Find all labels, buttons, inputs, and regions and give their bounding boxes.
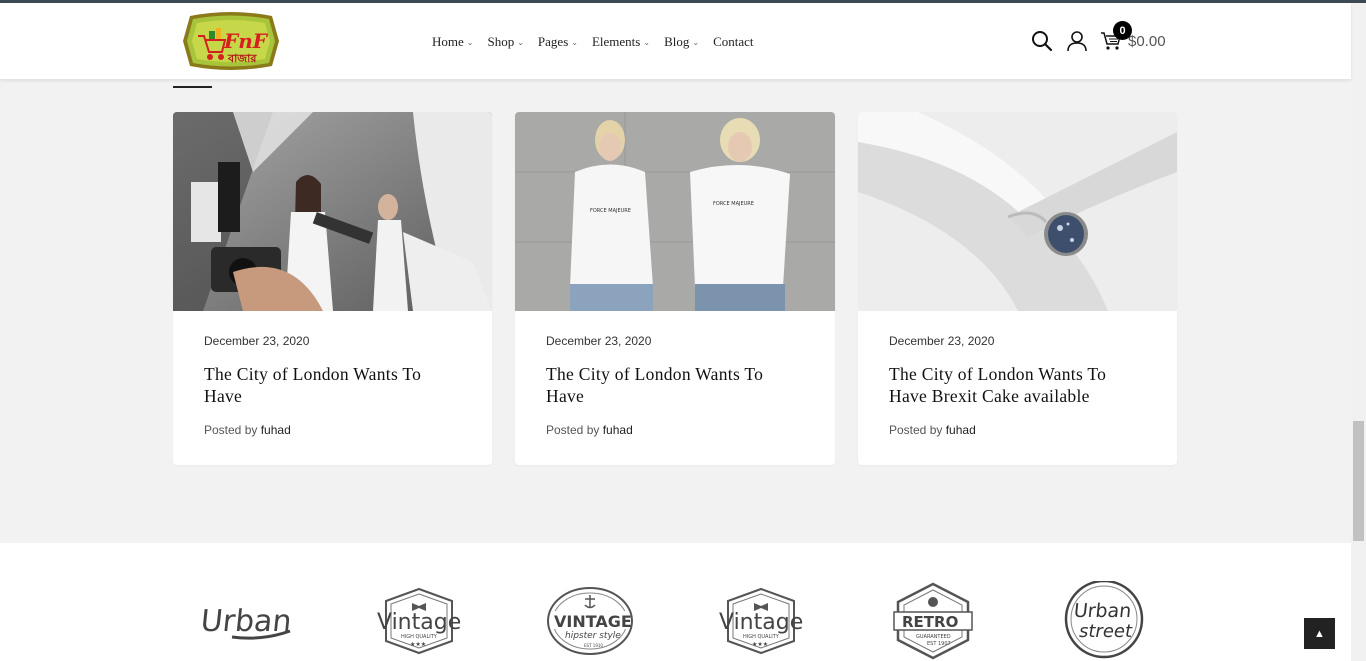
main-nav: Home ⌄ Shop ⌄ Pages ⌄ Elements ⌄ Blog ⌄ Conta… <box>432 34 768 50</box>
chevron-down-icon: ⌄ <box>571 37 578 47</box>
post-title[interactable]: The City of London Wants To Have <box>204 363 461 407</box>
blog-card: FORCE MAJEURE FORCE MAJEURE December 23,… <box>515 112 835 465</box>
post-meta: Posted by fuhad <box>889 423 1146 437</box>
svg-text:EST 1907: EST 1907 <box>927 641 951 647</box>
post-image-ring[interactable] <box>858 112 1177 311</box>
brand-logo-vintage-hipster[interactable]: VINTAGE hipster style EST 1910 <box>545 581 635 661</box>
nav-item-label: Shop <box>487 34 515 49</box>
site-logo[interactable]: FnF বাজার <box>180 10 282 72</box>
svg-text:★★★: ★★★ <box>752 641 768 648</box>
svg-text:★★★: ★★★ <box>410 641 426 648</box>
chevron-down-icon: ⌄ <box>643 37 651 47</box>
nav-item-label: Pages <box>537 34 569 49</box>
header-actions: 0 $0.00 <box>1030 21 1166 53</box>
chevron-down-icon: ⌄ <box>517 37 524 47</box>
svg-text:hipster style: hipster style <box>565 631 621 641</box>
post-author[interactable]: fuhad <box>261 423 291 437</box>
svg-text:RETRO: RETRO <box>902 613 958 631</box>
nav-item-label: Blog <box>664 34 690 49</box>
svg-text:Urban: Urban <box>1073 600 1133 622</box>
nav-item-label: Elements <box>591 34 641 49</box>
posted-by-label: Posted by <box>204 423 258 437</box>
section-title-underline <box>173 86 212 88</box>
cart-count-badge: 0 <box>1113 21 1132 40</box>
post-author[interactable]: fuhad <box>603 423 633 437</box>
svg-text:HIGH QUALITY: HIGH QUALITY <box>401 634 438 640</box>
nav-item-label: Home <box>432 34 464 49</box>
post-date: December 23, 2020 <box>546 334 652 348</box>
post-meta: Posted by fuhad <box>204 423 461 437</box>
post-meta: Posted by fuhad <box>546 423 804 437</box>
svg-text:street: street <box>1079 621 1133 642</box>
svg-text:GUARANTEED: GUARANTEED <box>916 634 951 640</box>
page-scrollbar[interactable] <box>1351 3 1366 661</box>
posted-by-label: Posted by <box>889 423 943 437</box>
scroll-to-top-button[interactable]: ▲ <box>1304 618 1335 649</box>
post-image-tshirts[interactable]: FORCE MAJEURE FORCE MAJEURE <box>515 112 835 311</box>
chevron-up-icon: ▲ <box>1314 627 1325 640</box>
nav-item-home[interactable]: Home ⌄ <box>432 34 473 50</box>
post-date: December 23, 2020 <box>889 334 995 348</box>
brand-logo-urban-street[interactable]: Urban street <box>1059 581 1149 661</box>
blog-card: December 23, 2020 The City of London Wan… <box>173 112 492 465</box>
brand-logo-retro[interactable]: RETRO GUARANTEED EST 1907 <box>888 581 978 661</box>
svg-text:VINTAGE: VINTAGE <box>554 612 632 631</box>
posted-by-label: Posted by <box>546 423 600 437</box>
svg-text:Vintage: Vintage <box>719 610 803 635</box>
chevron-down-icon: ⌄ <box>466 37 474 47</box>
search-icon[interactable] <box>1030 29 1054 53</box>
nav-item-blog[interactable]: Blog ⌄ <box>664 34 699 50</box>
user-icon[interactable] <box>1065 29 1089 53</box>
svg-text:বাজার: বাজার <box>227 52 257 65</box>
cart-total[interactable]: $0.00 <box>1128 33 1166 50</box>
nav-item-contact[interactable]: Contact <box>713 34 753 50</box>
post-image-photoshoot[interactable] <box>173 112 492 311</box>
post-title[interactable]: The City of London Wants To Have <box>546 363 804 407</box>
nav-item-elements[interactable]: Elements ⌄ <box>592 34 650 50</box>
brand-logo-vintage-1[interactable]: Vintage HIGH QUALITY ★★★ <box>374 581 464 661</box>
brand-logos-strip: Urban Vintage HIGH QUALITY ★★★ VINTAGE h… <box>0 543 1351 661</box>
svg-text:EST 1910: EST 1910 <box>584 643 603 648</box>
site-header: FnF বাজার Home ⌄ Shop ⌄ Pages ⌄ Elements ⌄ B… <box>0 3 1351 80</box>
brand-logo-urban[interactable]: Urban <box>202 581 292 661</box>
svg-text:FORCE MAJEURE: FORCE MAJEURE <box>713 201 754 207</box>
nav-item-label: Contact <box>713 34 754 49</box>
post-date: December 23, 2020 <box>204 334 310 348</box>
post-title[interactable]: The City of London Wants To Have Brexit … <box>889 363 1146 407</box>
post-author[interactable]: fuhad <box>946 423 976 437</box>
nav-item-shop[interactable]: Shop ⌄ <box>487 34 523 50</box>
cart-icon[interactable]: 0 <box>1100 21 1132 53</box>
nav-item-pages[interactable]: Pages ⌄ <box>538 34 578 50</box>
svg-text:FORCE MAJEURE: FORCE MAJEURE <box>590 208 631 214</box>
chevron-down-icon: ⌄ <box>692 37 700 47</box>
brand-logo-vintage-2[interactable]: Vintage HIGH QUALITY ★★★ <box>716 581 806 661</box>
svg-text:FnF: FnF <box>223 29 269 53</box>
scrollbar-thumb[interactable] <box>1353 421 1364 541</box>
svg-text:Vintage: Vintage <box>377 610 461 635</box>
svg-text:HIGH QUALITY: HIGH QUALITY <box>743 634 780 640</box>
blog-card: December 23, 2020 The City of London Wan… <box>858 112 1177 465</box>
